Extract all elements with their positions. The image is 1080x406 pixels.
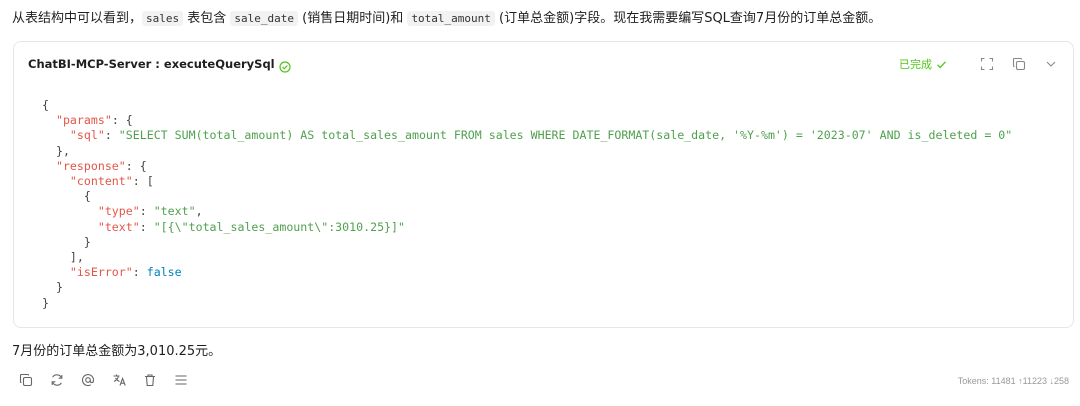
translate-icon[interactable] [111, 372, 127, 388]
json-type-value: "text" [153, 204, 196, 219]
inline-code-total-amount: total_amount [407, 11, 495, 26]
assistant-answer-text: 7月份的订单总金额为3,010.25元。 [12, 344, 222, 359]
tool-call-title: ChatBI-MCP-Server : executeQuerySql [28, 57, 275, 71]
copy-icon[interactable] [1011, 56, 1027, 72]
assistant-intro-text: 从表结构中可以看到， sales 表包含 sale_date (销售日期时间)和 … [12, 10, 881, 28]
json-key-response: "response" [55, 158, 126, 173]
menu-icon[interactable] [173, 372, 189, 388]
status-label: 已完成 [899, 58, 932, 71]
intro-suffix: (订单总金额)字段。现在我需要编写SQL查询7月份的订单总金额。 [494, 11, 882, 26]
copy-icon[interactable] [18, 372, 34, 388]
inline-code-sales: sales [142, 11, 184, 26]
json-key-text: "text" [97, 219, 140, 234]
expand-icon[interactable] [979, 56, 995, 72]
message-toolbar [18, 372, 204, 388]
trash-icon[interactable] [142, 372, 158, 388]
intro-mid2: (销售日期时间)和 [298, 11, 408, 26]
json-key-content: "content" [69, 174, 133, 189]
json-key-sql: "sql" [69, 128, 105, 143]
status-badge: 已完成 [899, 56, 947, 72]
refresh-icon[interactable] [49, 372, 65, 388]
token-usage: Tokens: 11481 ↑11223 ↓258 [957, 376, 1069, 386]
tool-call-header: ChatBI-MCP-Server : executeQuerySql 已完成 [28, 55, 1059, 73]
tool-call-card: ChatBI-MCP-Server : executeQuerySql 已完成 … [13, 41, 1074, 328]
chevron-down-icon[interactable] [1043, 56, 1059, 72]
tool-call-json: { "params": { "sql": "SELECT SUM(total_a… [42, 98, 1013, 310]
at-icon[interactable] [80, 372, 96, 388]
json-iserror-value: false [146, 265, 182, 280]
tool-call-actions: 已完成 [899, 56, 1059, 72]
json-text-value: "[{\"total_sales_amount\":3010.25}]" [153, 219, 405, 234]
json-key-params: "params" [55, 113, 112, 128]
json-key-type: "type" [97, 204, 140, 219]
check-icon [937, 60, 946, 68]
inline-code-sale-date: sale_date [230, 11, 299, 26]
json-sql-value: "SELECT SUM(total_amount) AS total_sales… [118, 128, 1013, 143]
intro-mid1: 表包含 [183, 11, 231, 26]
verified-check-icon [279, 58, 291, 73]
intro-prefix: 从表结构中可以看到， [12, 11, 143, 26]
json-key-iserror: "isError" [69, 265, 133, 280]
